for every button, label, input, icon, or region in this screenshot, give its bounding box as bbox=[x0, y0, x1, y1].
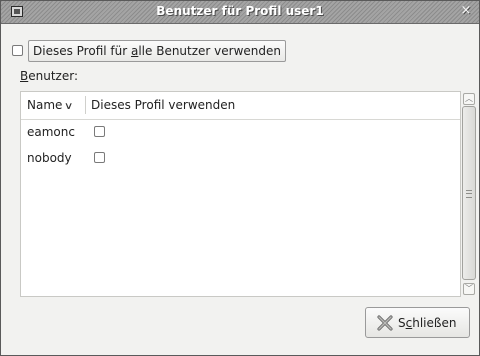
scroll-down-arrow-icon[interactable]: ﹀ bbox=[463, 283, 475, 295]
close-icon[interactable]: × bbox=[459, 3, 473, 19]
use-profile-checkbox[interactable] bbox=[94, 126, 105, 137]
all-users-label-pre: Dieses Profil für bbox=[33, 44, 131, 58]
column-header-use-profile[interactable]: Dieses Profil verwenden bbox=[91, 98, 235, 112]
close-label-pre: S bbox=[398, 316, 406, 330]
users-label-mnemonic: B bbox=[20, 69, 29, 83]
grip-icon bbox=[466, 190, 472, 198]
user-name: eamonc bbox=[27, 125, 75, 139]
all-users-checkbox[interactable] bbox=[12, 45, 23, 56]
window-title: Benutzer für Profil user1 bbox=[156, 4, 324, 18]
close-button[interactable]: Schließen bbox=[365, 307, 470, 338]
column-header-name[interactable]: Name ∨ bbox=[27, 98, 87, 112]
user-name: nobody bbox=[27, 151, 72, 165]
dialog-window: Benutzer für Profil user1 × Dieses Profi… bbox=[0, 0, 480, 356]
chevron-down-icon: ∨ bbox=[64, 101, 74, 112]
all-users-toggle-button[interactable]: Dieses Profil für alle Benutzer verwende… bbox=[28, 40, 286, 62]
table-header: Name ∨ Dieses Profil verwenden bbox=[21, 92, 460, 120]
title-bar[interactable]: Benutzer für Profil user1 × bbox=[1, 1, 479, 24]
all-users-label-post: lle Benutzer verwenden bbox=[138, 44, 281, 58]
vertical-scrollbar[interactable]: ︿ ﹀ bbox=[461, 91, 478, 297]
column-name-label: Name bbox=[27, 98, 63, 112]
column-divider[interactable] bbox=[85, 96, 86, 114]
scroll-thumb[interactable] bbox=[462, 106, 476, 280]
close-button-label: Schließen bbox=[398, 316, 456, 330]
close-label-post: hließen bbox=[412, 316, 457, 330]
table-row[interactable]: nobody bbox=[21, 146, 460, 172]
users-label-rest: enutzer: bbox=[28, 69, 78, 83]
x-close-icon bbox=[377, 315, 393, 331]
users-section-label: Benutzer: bbox=[20, 69, 78, 83]
table-row[interactable]: eamonc bbox=[21, 120, 460, 146]
use-profile-checkbox[interactable] bbox=[94, 152, 105, 163]
scroll-up-arrow-icon[interactable]: ︿ bbox=[463, 93, 475, 105]
users-table: Name ∨ Dieses Profil verwenden eamonc nob… bbox=[20, 91, 461, 297]
